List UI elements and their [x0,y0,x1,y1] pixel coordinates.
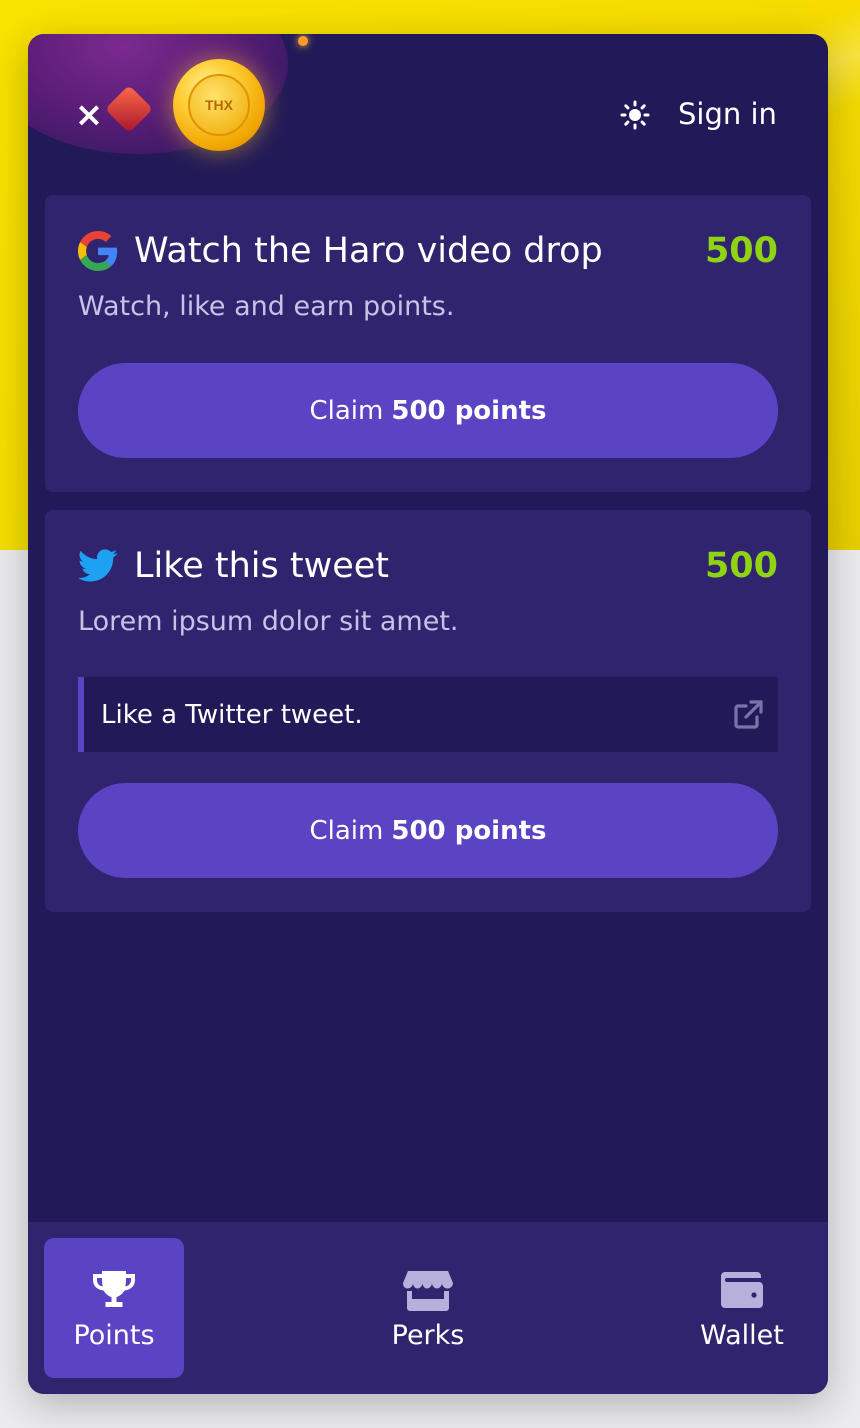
claim-button[interactable]: Claim 500 points [78,783,778,878]
task-text: Like a Twitter tweet. [101,699,363,730]
external-link-icon[interactable] [732,699,764,731]
thx-coin-logo: THX [173,59,265,151]
wallet-icon [716,1266,768,1314]
twitter-icon [78,545,120,587]
quest-card: Watch the Haro video drop 500 Watch, lik… [45,195,811,492]
trophy-icon [88,1266,140,1314]
quest-card: Like this tweet 500 Lorem ipsum dolor si… [45,510,811,912]
claim-amount: 500 points [391,815,547,846]
nav-item-points[interactable]: Points [44,1238,184,1378]
nav-label: Perks [391,1319,465,1351]
claim-amount: 500 points [391,395,547,426]
claim-prefix: Claim [309,815,384,846]
quest-points: 500 [704,231,778,271]
bottom-navigation: Points Perks Wallet [28,1222,828,1394]
close-icon[interactable]: × [72,98,106,132]
quest-points: 500 [704,546,778,586]
claim-button[interactable]: Claim 500 points [78,363,778,458]
widget-panel: THX × Sign in Watch the Haro video drop … [28,34,828,1394]
nav-label: Points [73,1319,155,1351]
store-icon [402,1266,454,1314]
quest-description: Lorem ipsum dolor sit amet. [78,606,459,637]
claim-prefix: Claim [309,395,384,426]
header: THX × Sign in [28,34,828,194]
coin-label: THX [188,74,250,136]
nav-item-wallet[interactable]: Wallet [672,1238,812,1378]
nav-label: Wallet [700,1319,784,1351]
quest-title: Like this tweet [134,546,390,586]
tweet-task-link[interactable]: Like a Twitter tweet. [78,677,778,752]
sign-in-button[interactable]: Sign in [678,94,777,134]
quest-title-row: Like this tweet 500 [78,540,778,592]
quest-title-row: Watch the Haro video drop 500 [78,225,778,277]
spark-decoration [298,36,308,46]
quest-description: Watch, like and earn points. [78,291,455,322]
sun-icon[interactable] [620,100,650,130]
google-icon [78,230,120,272]
quest-title: Watch the Haro video drop [134,231,603,271]
nav-item-perks[interactable]: Perks [358,1238,498,1378]
